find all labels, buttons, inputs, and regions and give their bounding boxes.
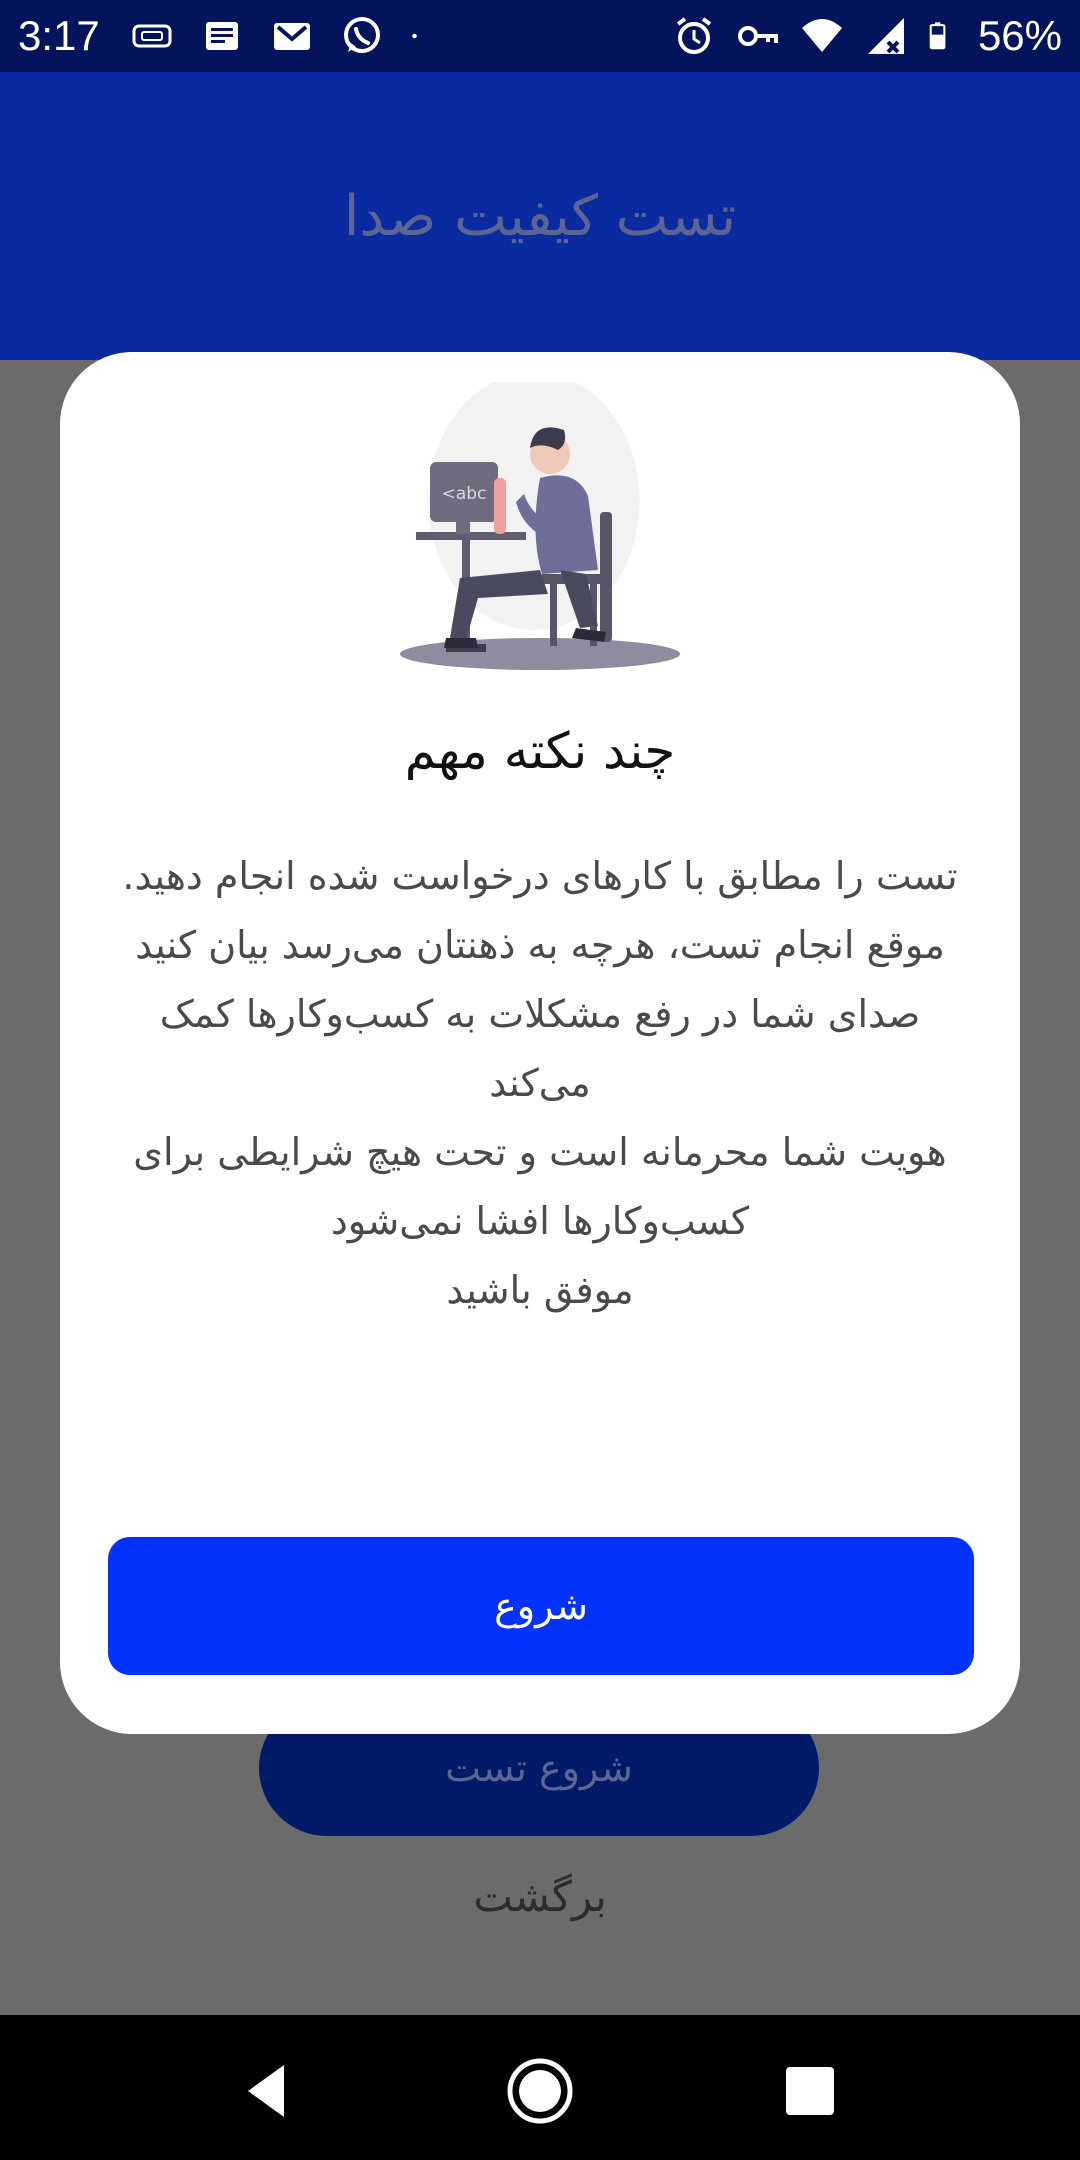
status-time: 3:17 [18,12,100,59]
status-notification-icons [130,14,430,58]
tip-line-1: تست را مطابق با کارهای درخواست شده انجام… [122,854,958,898]
gmail-icon [273,23,310,50]
wifi-icon [801,19,842,52]
app-header: تست کیفیت صدا [0,72,1080,360]
signal-icon [867,18,904,54]
home-icon[interactable] [505,2056,575,2126]
tip-line-5: موفق باشید [446,1268,634,1312]
dot-icon [412,33,417,39]
back-icon[interactable] [236,2059,300,2123]
message-icon [205,22,238,50]
status-bar: 3:17 56% [0,0,1080,72]
vpn-key-icon [737,26,778,46]
svg-text:<abc: <abc [442,484,487,504]
tips-dialog: <abc چند نکته مهم تست را مطابق با کارهای… [60,352,1020,1734]
battery-icon [929,22,946,50]
status-system-icons: 56% [672,12,1062,60]
tip-line-3: صدای شما در رفع مشکلات به کسب‌وکارها کمک… [159,992,921,1105]
dialog-body: تست را مطابق با کارهای درخواست شده انجام… [110,842,970,1325]
dialog-title: چند نکته مهم [404,722,676,780]
tip-line-2: موقع انجام تست، هرچه به ذهنتان می‌رسد بی… [135,923,945,967]
system-nav-bar [0,2015,1080,2160]
person-at-computer-illustration: <abc [400,382,680,670]
back-link[interactable]: برگشت [0,1872,1080,1921]
whatsapp-icon [343,17,380,53]
page-title: تست کیفیت صدا [343,184,737,249]
battery-percentage: 56% [977,12,1062,59]
tip-line-4: هویت شما محرمانه است و تحت هیچ شرایطی بر… [133,1130,947,1243]
sim-card-icon [132,24,172,48]
recents-icon[interactable] [778,2059,842,2123]
start-button[interactable]: شروع [108,1537,974,1675]
alarm-icon [676,17,712,54]
